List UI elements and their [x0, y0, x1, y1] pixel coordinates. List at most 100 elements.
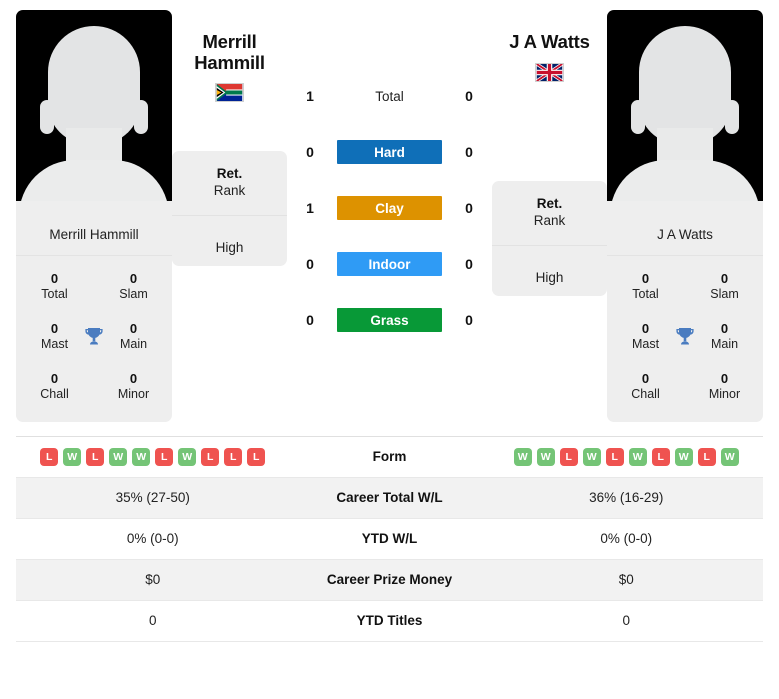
- trophy-icon: [81, 324, 107, 350]
- row-label-form: Form: [372, 449, 407, 465]
- avatar-ear-right: [725, 100, 739, 134]
- right-player-card[interactable]: J A Watts 0 Total 0 Slam 0 Mast 0 Main 0…: [607, 10, 763, 422]
- head-to-head-panel: Merrill Hammill 0 Total 0 Slam 0 Mast 0 …: [0, 0, 779, 422]
- left-value: 35% (27-50): [115, 490, 190, 506]
- right-score: 0: [465, 200, 473, 216]
- right-value: 0: [622, 613, 630, 629]
- form-badge-win[interactable]: W: [513, 447, 532, 466]
- h2h-row-clay: 1 Clay 0: [287, 180, 492, 236]
- form-badge-win[interactable]: W: [178, 447, 197, 466]
- form-badge-win[interactable]: W: [720, 447, 739, 466]
- left-form-strip: LWLWWLWLLL: [20, 447, 286, 466]
- table-row-career-total-wl: 35% (27-50) Career Total W/L 36% (16-29): [16, 477, 763, 519]
- right-player-identity: J A Watts Ret. Rank High: [492, 10, 607, 296]
- label: Main: [119, 337, 148, 352]
- surface-label-hard[interactable]: Hard: [337, 140, 442, 164]
- right-minor-titles: 0 Minor: [698, 371, 751, 403]
- label: Minor: [708, 387, 741, 402]
- row-label-ytd-wl: YTD W/L: [361, 531, 418, 547]
- row-label-career-total-wl: Career Total W/L: [336, 490, 443, 506]
- form-badge-win[interactable]: W: [63, 447, 82, 466]
- form-badge-loss[interactable]: L: [155, 447, 174, 466]
- surface-label-indoor[interactable]: Indoor: [337, 252, 442, 276]
- left-player-card[interactable]: Merrill Hammill 0 Total 0 Slam 0 Mast 0 …: [16, 10, 172, 422]
- titles-row-2: 0 Mast 0 Main: [607, 312, 763, 362]
- value: Ret.: [536, 196, 563, 212]
- left-total-titles: 0 Total: [28, 271, 81, 303]
- surface-label-total: Total: [375, 88, 404, 104]
- left-score: 1: [306, 88, 314, 104]
- value: 0: [720, 321, 729, 337]
- form-badge-win[interactable]: W: [628, 447, 647, 466]
- h2h-row-hard: 0 Hard 0: [287, 124, 492, 180]
- left-player-identity: Merrill Hammill Ret. Rank High: [172, 10, 287, 266]
- titles-row-1: 0 Total 0 Slam: [16, 262, 172, 312]
- h2h-row-grass: 0 Grass 0: [287, 292, 492, 348]
- left-value: 0: [148, 613, 157, 629]
- right-total-titles: 0 Total: [619, 271, 672, 303]
- label: Rank: [213, 183, 246, 198]
- form-badge-loss[interactable]: L: [559, 447, 578, 466]
- form-badge-loss[interactable]: L: [605, 447, 624, 466]
- united-kingdom-flag: [535, 62, 564, 82]
- photo-fade: [16, 201, 172, 215]
- surface-label-grass[interactable]: Grass: [337, 308, 442, 332]
- avatar-ear-right: [134, 100, 148, 134]
- value: 0: [129, 321, 138, 337]
- surface-head-to-head: 1 Total 0 0 Hard 0 1 Clay 0 0 Indoor 0 0: [287, 10, 492, 348]
- form-badge-loss[interactable]: L: [224, 447, 243, 466]
- left-form-cell: LWLWWLWLLL: [16, 442, 290, 472]
- value: 0: [50, 271, 59, 287]
- right-score: 0: [465, 144, 473, 160]
- table-row-career-prize-money: $0 Career Prize Money $0: [16, 559, 763, 601]
- right-score: 0: [465, 312, 473, 328]
- form-badge-loss[interactable]: L: [247, 447, 266, 466]
- right-value: 36% (16-29): [589, 490, 664, 506]
- h2h-row-indoor: 0 Indoor 0: [287, 236, 492, 292]
- right-value: $0: [618, 572, 634, 588]
- form-badge-win[interactable]: W: [582, 447, 601, 466]
- value: 0: [129, 370, 138, 386]
- label: High: [215, 239, 244, 255]
- right-main-titles: 0 Main: [698, 321, 751, 353]
- right-player-card-name: J A Watts: [607, 215, 763, 257]
- right-player-name-line-1: J A Watts: [509, 31, 590, 52]
- form-badge-win[interactable]: W: [132, 447, 151, 466]
- form-badge-loss[interactable]: L: [86, 447, 105, 466]
- form-badge-win[interactable]: W: [674, 447, 693, 466]
- left-value: $0: [145, 572, 161, 588]
- south-africa-flag: [215, 83, 244, 103]
- avatar-ear-left: [631, 100, 645, 134]
- left-titles-grid: 0 Total 0 Slam 0 Mast 0 Main 0 Chall 0 M…: [16, 256, 172, 422]
- surface-label-clay[interactable]: Clay: [337, 196, 442, 220]
- table-row-form: LWLWWLWLLL Form WWLWLWLWLW: [16, 437, 763, 478]
- right-player-info-card: Ret. Rank High Age Plays: [492, 181, 607, 296]
- right-chall-titles: 0 Chall: [619, 371, 672, 403]
- form-badge-loss[interactable]: L: [201, 447, 220, 466]
- value: 0: [720, 271, 729, 287]
- right-titles-grid: 0 Total 0 Slam 0 Mast 0 Main 0 Chall 0 M…: [607, 256, 763, 422]
- left-player-name-line-2: Hammill: [194, 51, 265, 73]
- right-form-strip: WWLWLWLWLW: [494, 447, 760, 466]
- label: Mast: [631, 337, 660, 352]
- form-badge-win[interactable]: W: [536, 447, 555, 466]
- player-comparison-page: Merrill Hammill 0 Total 0 Slam 0 Mast 0 …: [0, 0, 779, 699]
- label: Total: [632, 287, 659, 302]
- value: 0: [720, 370, 729, 386]
- form-badge-loss[interactable]: L: [697, 447, 716, 466]
- left-score: 0: [306, 144, 314, 160]
- row-label-career-prize-money: Career Prize Money: [326, 572, 453, 588]
- label: Minor: [117, 387, 150, 402]
- value: 0: [641, 370, 650, 386]
- form-badge-loss[interactable]: L: [40, 447, 59, 466]
- right-score: 0: [465, 88, 473, 104]
- form-badge-win[interactable]: W: [109, 447, 128, 466]
- right-form-cell: WWLWLWLWLW: [490, 442, 764, 472]
- label: Slam: [710, 287, 739, 302]
- value: 0: [641, 271, 650, 287]
- avatar-head: [639, 26, 731, 144]
- label: Rank: [533, 213, 566, 228]
- table-row-ytd-wl: 0% (0-0) YTD W/L 0% (0-0): [16, 519, 763, 560]
- titles-row-1: 0 Total 0 Slam: [607, 262, 763, 312]
- form-badge-loss[interactable]: L: [651, 447, 670, 466]
